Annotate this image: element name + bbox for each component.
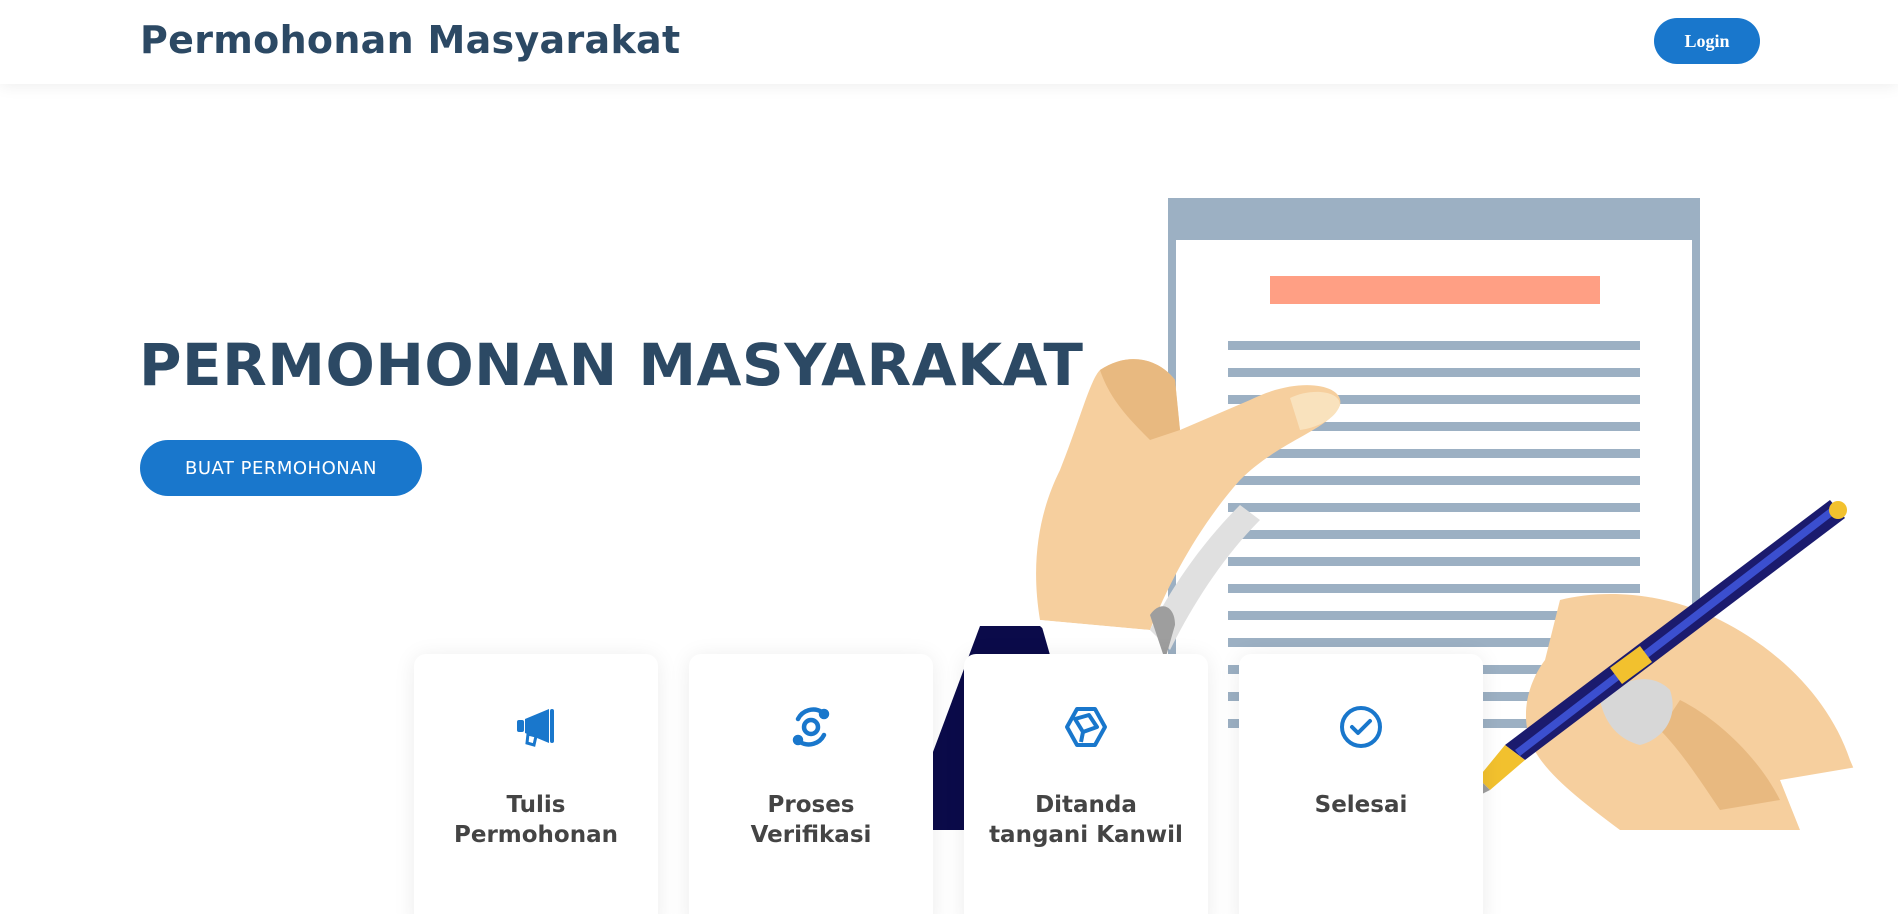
step-card-selesai: Selesai: [1239, 654, 1483, 914]
check-circle-icon: [1239, 704, 1483, 750]
create-request-button[interactable]: BUAT PERMOHONAN: [140, 440, 422, 496]
step-card-ditanda-tangani-kanwil: Ditanda tangani Kanwil: [964, 654, 1208, 914]
step-card-proses-verifikasi: Proses Verifikasi: [689, 654, 933, 914]
step-label: Selesai: [1314, 792, 1408, 818]
step-label: Tulis Permohonan: [453, 792, 618, 848]
brand-logo-text[interactable]: Permohonan Masyarakat: [140, 18, 680, 62]
step-label: Proses Verifikasi: [750, 792, 872, 848]
target-sync-icon: [689, 704, 933, 750]
hexagon-box-icon: [964, 704, 1208, 750]
megaphone-icon: [414, 704, 658, 750]
step-card-tulis-permohonan: Tulis Permohonan: [414, 654, 658, 914]
site-header: Permohonan Masyarakat Login: [0, 0, 1898, 84]
step-label: Ditanda tangani Kanwil: [989, 792, 1183, 848]
login-button[interactable]: Login: [1654, 18, 1760, 64]
